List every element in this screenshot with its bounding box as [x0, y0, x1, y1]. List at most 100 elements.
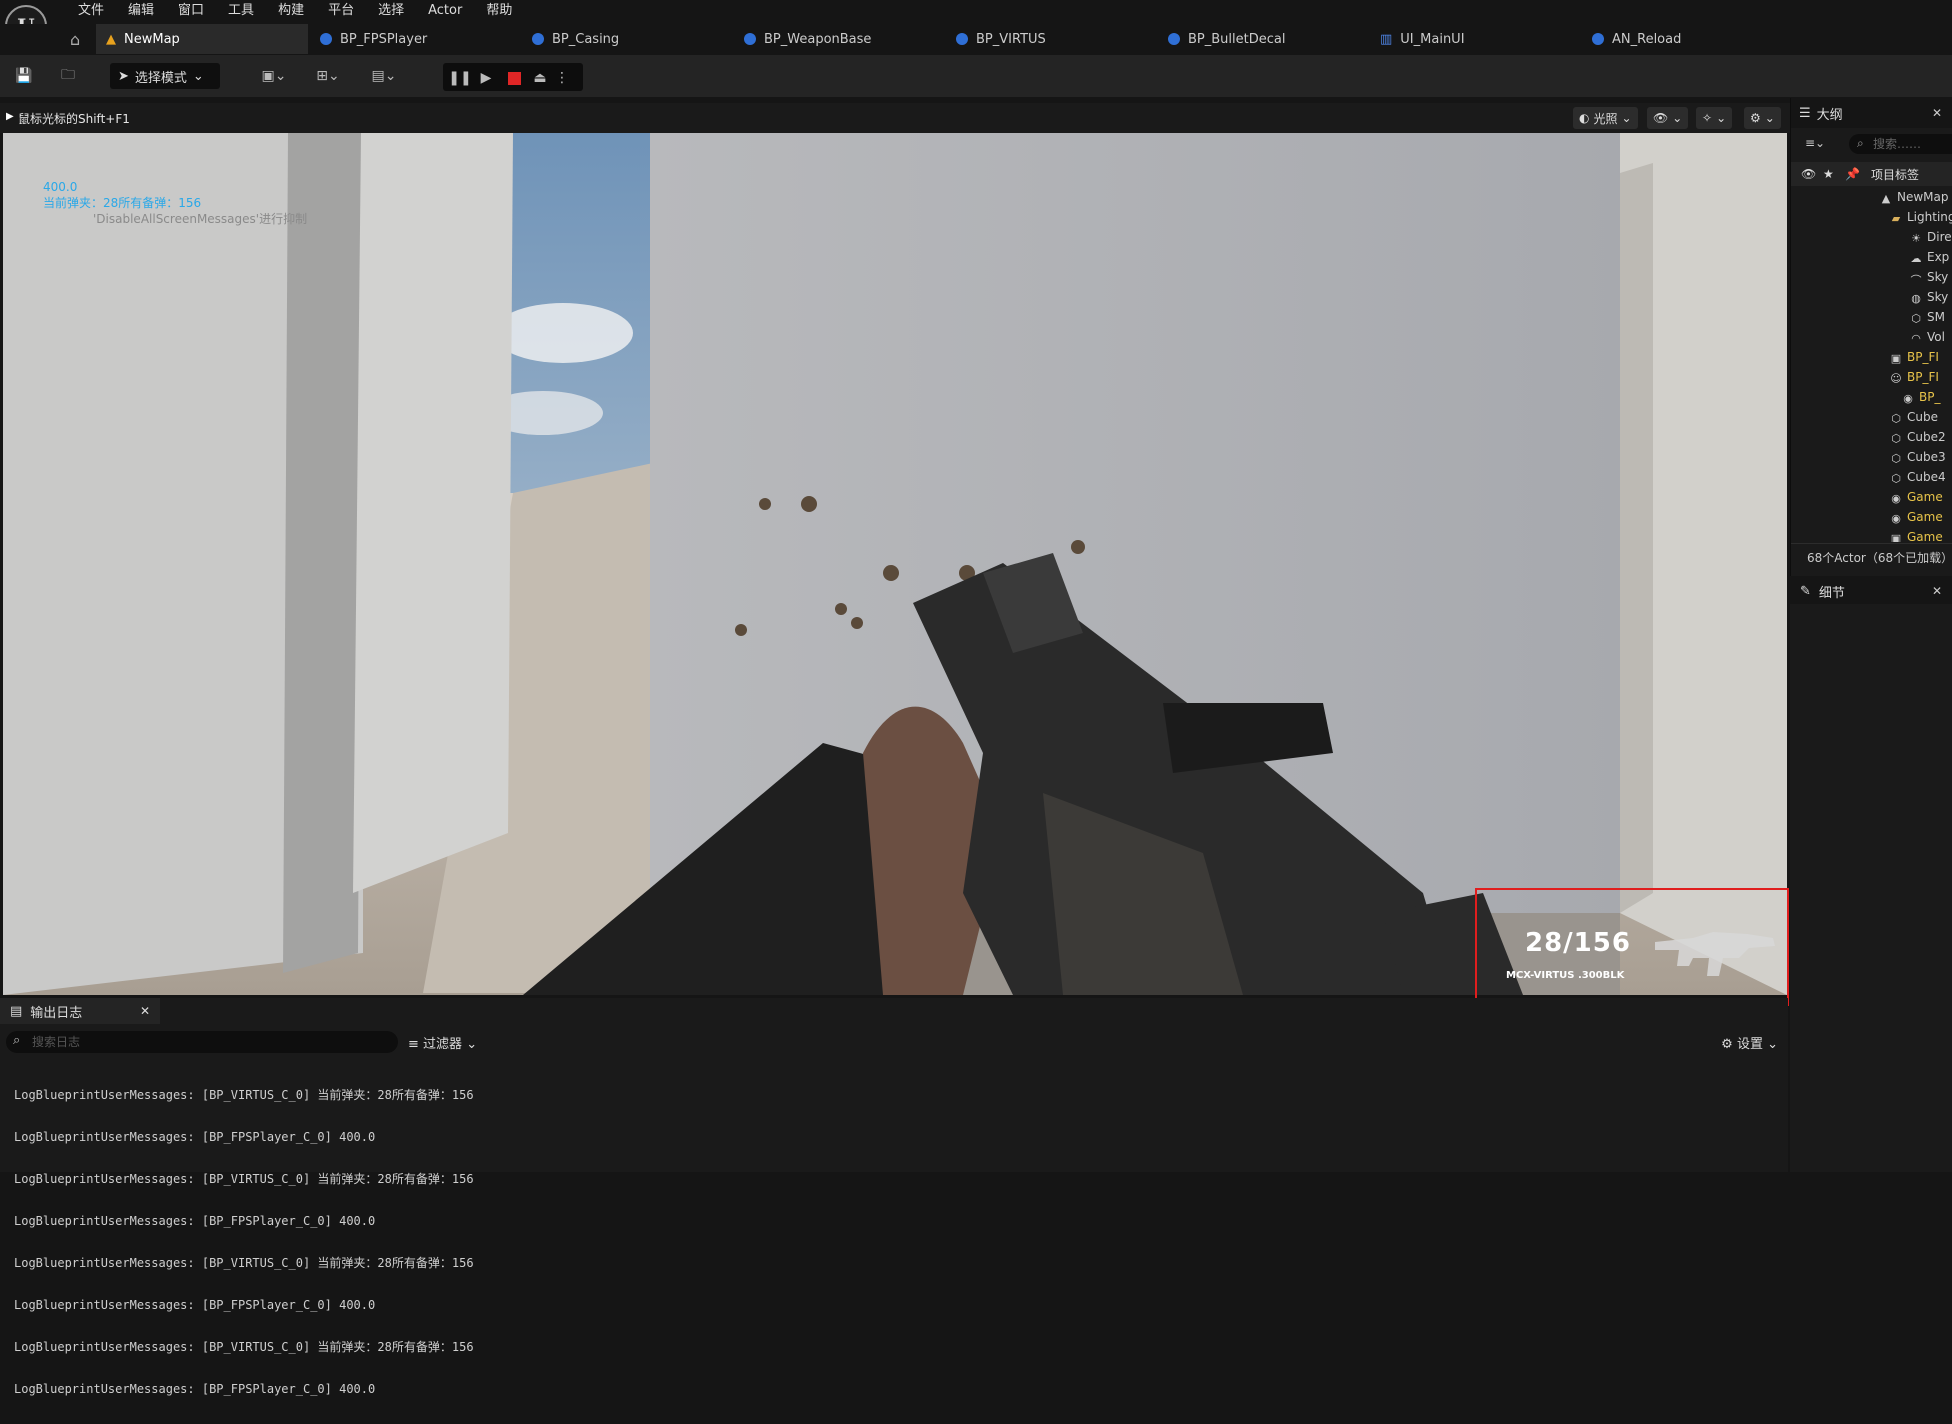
volumetric-cloud-icon: ◠ [1911, 331, 1921, 345]
tab-ui-mainui[interactable]: ▥ UI_MainUI [1370, 24, 1582, 54]
widget-icon: ▥ [1380, 31, 1393, 47]
outliner-row[interactable]: ▣ BP_FI [1791, 350, 1952, 370]
main-toolbar: 💾 🗀 ➤ 选择模式 ⌄ ▣⌄ ⊞⌄ ▤⌄ ❚❚ ▶ ⏏ ⋮ [0, 55, 1952, 97]
pin-icon[interactable]: 📌 [1845, 167, 1860, 181]
outliner-row[interactable]: ☁ Exp [1791, 250, 1952, 270]
outliner-row[interactable]: ◉ Game [1791, 490, 1952, 510]
menu-file[interactable]: 文件 [66, 2, 116, 20]
browse-icon[interactable]: 🗀 [56, 63, 80, 89]
menu-select[interactable]: 选择 [366, 2, 416, 20]
filter-icon[interactable]: ≡⌄ [1805, 136, 1825, 150]
debug-speed: 400.0 [43, 180, 78, 194]
outliner-row[interactable]: ◉ BP_ [1791, 390, 1952, 410]
sky-light-icon: ◍ [1911, 291, 1921, 305]
pawn-icon: ☺ [1890, 371, 1902, 385]
outliner-row[interactable]: ◍ Sky [1791, 290, 1952, 310]
cursor-icon: ➤ [118, 68, 129, 84]
tab-bp-casing[interactable]: BP_Casing [522, 24, 734, 54]
show-menu-button[interactable]: 👁 ⌄ [1647, 107, 1689, 129]
chevron-down-icon: ⌄ [466, 1037, 478, 1052]
outliner-row[interactable]: ⌒ Sky [1791, 270, 1952, 290]
stop-icon[interactable] [503, 65, 525, 91]
blueprint-menu-icon[interactable]: ⊞⌄ [308, 63, 348, 89]
tab-newmap[interactable]: ▲ NewMap [96, 24, 308, 54]
outliner-row[interactable]: ▣ Game [1791, 530, 1952, 542]
add-actor-icon[interactable]: ▣⌄ [254, 63, 294, 89]
log-line: LogBlueprintUserMessages: [BP_VIRTUS_C_0… [14, 1172, 474, 1186]
gear-icon: ⚙ [1750, 111, 1761, 125]
game-viewport[interactable]: 400.0 当前弹夹：28所有备弹：156 'DisableAllScreenM… [3, 133, 1787, 995]
actor-icon: ◉ [1903, 391, 1913, 405]
outliner-search-input[interactable]: 搜索…… [1849, 134, 1952, 154]
outliner-icon: ☰ [1799, 105, 1811, 121]
log-settings-button[interactable]: ⚙ 设置 ⌄ [1721, 1033, 1778, 1052]
tab-bp-virtus[interactable]: BP_VIRTUS [946, 24, 1158, 54]
tab-bp-weaponbase[interactable]: BP_WeaponBase [734, 24, 946, 54]
more-options-icon[interactable]: ⋮ [555, 65, 569, 91]
viewport-settings-button[interactable]: ⚙ ⌄ [1744, 107, 1781, 129]
menu-edit[interactable]: 编辑 [116, 2, 166, 20]
cinematics-icon[interactable]: ▤⌄ [364, 63, 404, 89]
menu-tools[interactable]: 工具 [216, 2, 266, 20]
sphere-icon: ◐ [1579, 111, 1590, 125]
close-icon[interactable]: ✕ [1932, 584, 1942, 598]
step-icon[interactable]: ▶ [475, 65, 497, 91]
mesh-icon: ⬡ [1911, 311, 1921, 325]
outliner-row[interactable]: ⬡ Cube [1791, 410, 1952, 430]
tab-an-reload[interactable]: AN_Reload [1582, 24, 1794, 54]
cube-icon: ⬡ [1891, 431, 1901, 445]
eject-icon[interactable]: ⏏ [529, 65, 551, 91]
outliner-row[interactable]: ☺ BP_FI [1791, 370, 1952, 390]
menu-window[interactable]: 窗口 [166, 2, 216, 20]
blueprint-icon [956, 33, 968, 45]
filter-button[interactable]: ≡ 过滤器 ⌄ [408, 1033, 477, 1052]
log-line: LogBlueprintUserMessages: [BP_FPSPlayer_… [14, 1382, 376, 1396]
image-icon: ▣ [1890, 351, 1902, 365]
lighting-mode-button[interactable]: ◐ 光照 ⌄ [1573, 107, 1638, 129]
save-icon[interactable]: 💾 [12, 63, 36, 89]
output-log-tab[interactable]: ▤ 输出日志 ✕ [0, 998, 160, 1024]
chevron-down-icon: ⌄ [192, 68, 204, 84]
outliner-row[interactable]: ◠ Vol [1791, 330, 1952, 350]
weapon-name: MCX-VIRTUS .300BLK [1506, 970, 1625, 981]
log-search-input[interactable]: 搜索日志 [6, 1031, 398, 1053]
play-indicator-icon: ▶ [6, 111, 14, 122]
log-line: LogBlueprintUserMessages: [BP_FPSPlayer_… [14, 1298, 376, 1312]
blueprint-icon [744, 33, 756, 45]
outliner-row[interactable]: ☀ Dire [1791, 230, 1952, 250]
mode-select-button[interactable]: ➤ 选择模式 ⌄ [110, 63, 220, 89]
gear-icon: ⚙ [1721, 1037, 1733, 1052]
cube-icon: ⬡ [1891, 451, 1901, 465]
menu-build[interactable]: 构建 [266, 2, 316, 20]
menu-help[interactable]: 帮助 [474, 2, 524, 20]
tab-bp-fpsplayer[interactable]: BP_FPSPlayer [310, 24, 522, 54]
eye-icon: 👁 [1653, 111, 1669, 125]
outliner-row[interactable]: ⬡ SM [1791, 310, 1952, 330]
star-icon[interactable]: ★ [1823, 167, 1834, 181]
outliner-row[interactable]: ⬡ Cube2 [1791, 430, 1952, 450]
blueprint-icon [532, 33, 544, 45]
outliner-row[interactable]: ◉ Game [1791, 510, 1952, 530]
realtime-button[interactable]: ✧ ⌄ [1696, 107, 1733, 129]
chevron-down-icon: ⌄ [1767, 1037, 1778, 1052]
outliner-row[interactable]: ⬡ Cube4 [1791, 470, 1952, 490]
outliner-row[interactable]: ▲ NewMap [1791, 190, 1952, 210]
menu-platform[interactable]: 平台 [316, 2, 366, 20]
outliner-panel: ☰ 大纲 ✕ ≡⌄ 搜索…… ⌕ 👁 ★ 📌 项目标签 ▲ NewMap ▰ Lig… [1790, 98, 1952, 576]
eye-icon[interactable]: 👁 [1801, 167, 1816, 181]
cube-icon: ⬡ [1891, 411, 1901, 425]
menu-actor[interactable]: Actor [416, 2, 474, 20]
outliner-row[interactable]: ⬡ Cube3 [1791, 450, 1952, 470]
debug-messages: 400.0 当前弹夹：28所有备弹：156 'DisableAllScreenM… [43, 179, 307, 227]
close-icon[interactable]: ✕ [1932, 106, 1942, 120]
tab-bp-bulletdecal[interactable]: BP_BulletDecal [1158, 24, 1370, 54]
close-icon[interactable]: ✕ [140, 1004, 150, 1018]
home-icon[interactable]: ⌂ [70, 30, 92, 50]
pause-icon[interactable]: ❚❚ [448, 65, 471, 91]
wand-icon: ✧ [1702, 111, 1713, 125]
search-icon: ⌕ [1857, 136, 1864, 150]
details-panel: ✎ 细节 ✕ [1790, 578, 1952, 1172]
outliner-row[interactable]: ▰ Lighting [1791, 210, 1952, 230]
ammo-hud-highlight: 28/156 MCX-VIRTUS .300BLK [1475, 888, 1789, 1006]
output-log-panel: ▤ 输出日志 ✕ 搜索日志 ⌕ ≡ 过滤器 ⌄ ⚙ 设置 ⌄ LogBluepr… [0, 998, 1788, 1396]
